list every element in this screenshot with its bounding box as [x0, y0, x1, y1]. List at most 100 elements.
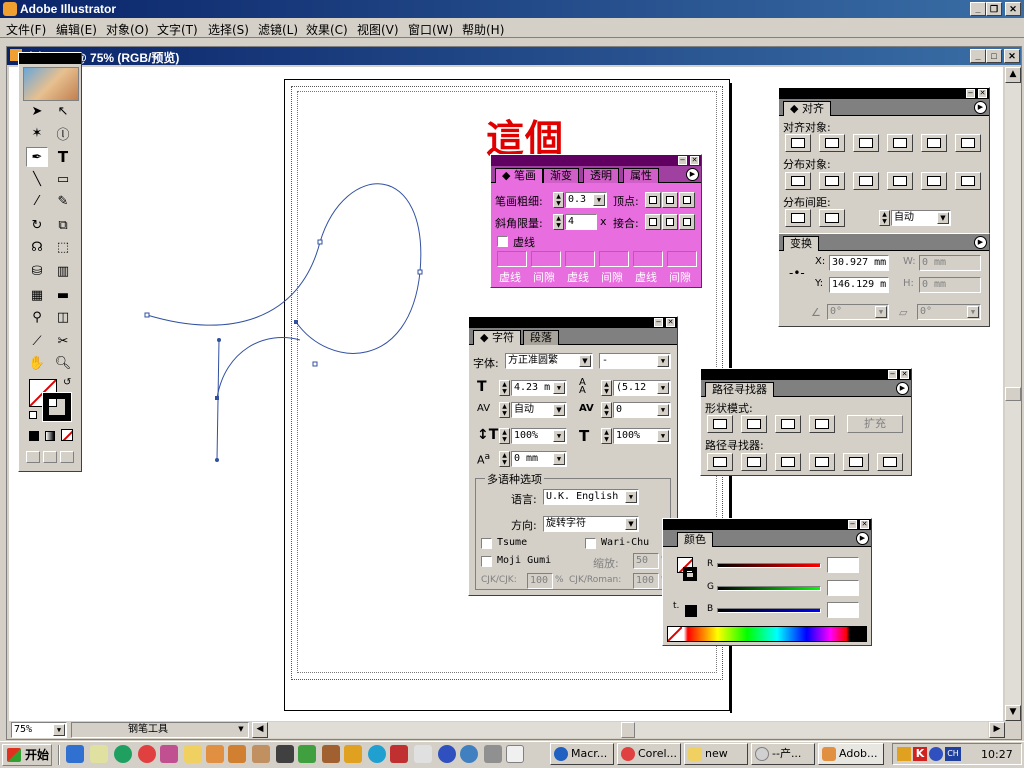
quick-launch-notepad-icon[interactable]: [90, 745, 108, 763]
free-transform-tool-icon[interactable]: ⬚: [52, 237, 74, 257]
quick-launch-folder-icon[interactable]: [184, 745, 202, 763]
tab-transparency[interactable]: 透明: [583, 168, 619, 183]
dash-1-field[interactable]: [497, 251, 527, 267]
clock[interactable]: 10:27: [981, 748, 1013, 761]
direct-selection-tool-icon[interactable]: ↖: [52, 101, 74, 121]
taskbar-button-new[interactable]: new: [684, 743, 748, 765]
gradient-tool-icon[interactable]: ▬: [52, 285, 74, 305]
type-tool-icon[interactable]: T: [52, 147, 74, 167]
quick-launch-window-icon[interactable]: [506, 745, 524, 763]
color-mode-icon[interactable]: [29, 431, 39, 441]
quick-launch-photo-icon[interactable]: [276, 745, 294, 763]
h-field[interactable]: 0 mm: [919, 277, 981, 293]
scissors-tool-icon[interactable]: ✂: [52, 331, 74, 351]
tab-gradient[interactable]: 渐变: [543, 168, 579, 183]
pen-tool-icon[interactable]: ✒: [26, 147, 48, 167]
align-bottom-button[interactable]: [955, 134, 981, 152]
quick-launch-image-icon[interactable]: [322, 745, 340, 763]
tray-m-icon[interactable]: [929, 747, 943, 761]
divide-button[interactable]: [707, 453, 733, 471]
tracking-field[interactable]: 0 ▼: [613, 402, 671, 418]
quick-launch-media-icon[interactable]: [368, 745, 386, 763]
intersect-shape-button[interactable]: [775, 415, 801, 433]
taskbar-button-corel[interactable]: Corel...: [617, 743, 681, 765]
wari-chu-checkbox[interactable]: [585, 538, 596, 549]
align-panel-minimize-icon[interactable]: −: [966, 89, 975, 98]
stroke-panel-titlebar[interactable]: − ✕: [491, 155, 701, 166]
butt-cap-button[interactable]: [645, 192, 661, 208]
pathfinder-panel-titlebar[interactable]: − ✕: [701, 369, 911, 380]
crop-button[interactable]: [809, 453, 835, 471]
reference-point-icon[interactable]: -•-: [789, 266, 805, 280]
tab-stroke[interactable]: ◆ 笔画: [495, 168, 543, 183]
expand-button[interactable]: 扩充: [847, 415, 903, 433]
magic-wand-tool-icon[interactable]: ✶: [26, 123, 48, 143]
distribute-top-button[interactable]: [785, 172, 811, 190]
start-button[interactable]: 开始: [2, 744, 52, 766]
tab-paragraph[interactable]: 段落: [523, 330, 559, 345]
font-size-spinner[interactable]: ▲ ▼: [499, 380, 510, 396]
baseline-shift-dropdown-icon[interactable]: ▼: [553, 453, 565, 465]
paintbrush-tool-icon[interactable]: ⁄: [26, 191, 48, 211]
merge-button[interactable]: [775, 453, 801, 471]
eyedropper-tool-icon[interactable]: ⚲: [26, 307, 48, 327]
miter-join-button[interactable]: [645, 214, 661, 230]
stroke-panel-close-icon[interactable]: ✕: [690, 156, 699, 165]
g-field[interactable]: [827, 580, 859, 596]
tracking-spinner[interactable]: ▲ ▼: [601, 402, 612, 418]
font-size-field[interactable]: 4.23 m ▼: [511, 380, 567, 396]
tray-language-icon[interactable]: CH: [945, 747, 961, 761]
exclude-shape-button[interactable]: [809, 415, 835, 433]
taskbar-button-adobe[interactable]: Adob...: [818, 743, 884, 765]
w-field[interactable]: 0 mm: [919, 255, 981, 271]
spacing-field[interactable]: 自动 ▼: [891, 210, 951, 226]
tray-app-icon[interactable]: [897, 747, 911, 761]
moji-gumi-checkbox[interactable]: [481, 556, 492, 567]
character-panel-minimize-icon[interactable]: −: [654, 318, 663, 327]
slice-tool-icon[interactable]: ⟋: [26, 331, 48, 351]
anchor-point[interactable]: [294, 320, 298, 324]
blend-tool-icon[interactable]: ◫: [52, 307, 74, 327]
anchor-point[interactable]: [417, 269, 423, 275]
anchor-point[interactable]: [317, 239, 323, 245]
venus-logo[interactable]: [23, 67, 79, 101]
anchor-point[interactable]: [215, 396, 219, 400]
spacing-spinner[interactable]: ▲ ▼: [879, 210, 890, 226]
quick-launch-corel-icon[interactable]: [114, 745, 132, 763]
r-slider[interactable]: [717, 563, 821, 568]
align-right-button[interactable]: [853, 134, 879, 152]
screen-mode-menu-icon[interactable]: [43, 451, 57, 463]
outline-button[interactable]: [843, 453, 869, 471]
tab-character[interactable]: ◆ 字符: [473, 330, 521, 345]
x-field[interactable]: 30.927 mm: [829, 255, 889, 271]
color-panel-menu-icon[interactable]: ▶: [856, 532, 869, 545]
dashed-line-checkbox[interactable]: [497, 236, 508, 247]
anchor-point[interactable]: [312, 361, 318, 367]
color-panel-minimize-icon[interactable]: −: [848, 520, 857, 529]
align-vcenter-button[interactable]: [921, 134, 947, 152]
quick-launch-eye-icon[interactable]: [460, 745, 478, 763]
lasso-tool-icon[interactable]: ⓛ: [52, 123, 74, 143]
screen-mode-standard-icon[interactable]: [26, 451, 40, 463]
vertical-scale-field[interactable]: 100% ▼: [511, 428, 567, 444]
align-panel-titlebar[interactable]: − ✕: [779, 88, 989, 99]
leading-dropdown-icon[interactable]: ▼: [657, 382, 669, 394]
stroke-panel-menu-icon[interactable]: ▶: [686, 168, 699, 181]
kerning-field[interactable]: 自动 ▼: [511, 402, 567, 418]
hand-tool-icon[interactable]: ✋: [26, 353, 48, 373]
tab-align[interactable]: ◆ 对齐: [783, 101, 831, 116]
horizontal-scale-field[interactable]: 100% ▼: [613, 428, 671, 444]
pathfinder-panel-close-icon[interactable]: ✕: [900, 370, 909, 379]
scale-field[interactable]: 50: [633, 553, 659, 569]
quick-launch-venus-icon[interactable]: [252, 745, 270, 763]
add-shape-button[interactable]: [707, 415, 733, 433]
stroke-swatch-icon[interactable]: [42, 392, 72, 422]
character-panel-titlebar[interactable]: − ✕: [469, 317, 677, 328]
quick-launch-illustrator-icon[interactable]: [206, 745, 224, 763]
color-spectrum[interactable]: [667, 626, 867, 642]
distribute-hcenter-button[interactable]: [921, 172, 947, 190]
quick-launch-paint-icon[interactable]: [414, 745, 432, 763]
tab-attributes[interactable]: 属性: [623, 168, 659, 183]
none-mode-icon[interactable]: [61, 429, 73, 441]
out-of-gamut-icon[interactable]: t.: [673, 601, 679, 611]
